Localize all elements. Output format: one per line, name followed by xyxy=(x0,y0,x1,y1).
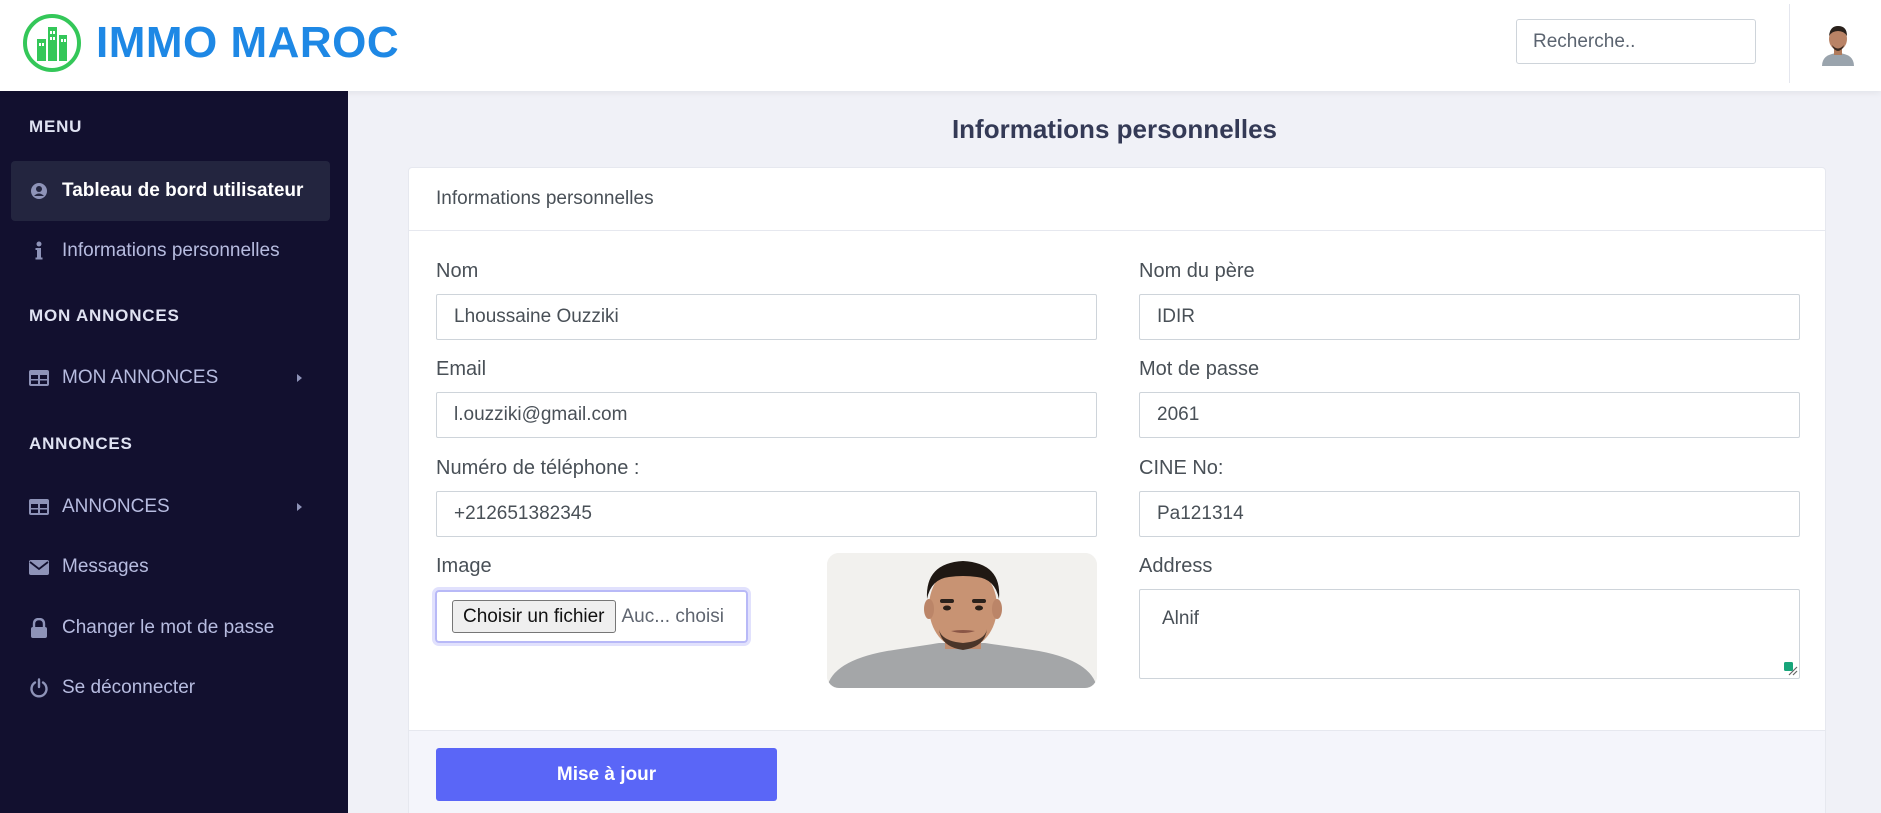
annonces-heading: ANNONCES xyxy=(29,434,133,453)
sidebar-item-label: ANNONCES xyxy=(62,496,170,517)
info-icon xyxy=(19,241,59,261)
address-textarea[interactable]: Alnif xyxy=(1139,589,1800,679)
chevron-right-icon xyxy=(297,374,302,382)
table-icon xyxy=(19,370,59,386)
email-input[interactable] xyxy=(436,392,1097,438)
sidebar-item-label: MON ANNONCES xyxy=(62,367,219,388)
menu-heading: MENU xyxy=(29,117,83,136)
nom-pere-label: Nom du père xyxy=(1139,260,1255,282)
envelope-icon xyxy=(19,559,59,575)
nom-pere-input[interactable] xyxy=(1139,294,1800,340)
cine-label: CINE No: xyxy=(1139,457,1224,479)
top-bar: IMMO MAROC xyxy=(0,0,1881,91)
brand[interactable]: IMMO MAROC xyxy=(22,13,399,73)
sidebar-item-label: Informations personnelles xyxy=(62,240,280,261)
search-input[interactable] xyxy=(1516,19,1756,64)
header-divider xyxy=(1789,4,1790,83)
brand-name: IMMO MAROC xyxy=(96,18,400,67)
address-label: Address xyxy=(1139,555,1213,577)
lock-icon xyxy=(19,618,59,638)
sidebar-item-messages[interactable]: Messages xyxy=(11,537,330,597)
image-label: Image xyxy=(436,555,492,577)
card-header: Informations personnelles xyxy=(409,168,1825,231)
sidebar-item-mon-annonces[interactable]: MON ANNONCES xyxy=(11,348,330,408)
nom-input[interactable] xyxy=(436,294,1097,340)
building-logo-icon xyxy=(23,14,81,72)
sidebar-item-logout[interactable]: Se déconnecter xyxy=(11,658,330,718)
personal-info-card: Informations personnelles Nom Email Numé… xyxy=(408,167,1826,813)
page-title: Informations personnelles xyxy=(951,114,1278,144)
cine-input[interactable] xyxy=(1139,491,1800,537)
update-button[interactable]: Mise à jour xyxy=(436,748,777,801)
file-status-text: Auc... choisi xyxy=(621,605,724,627)
chevron-right-icon xyxy=(297,503,302,511)
image-file-input[interactable]: Choisir un fichier Auc... choisi xyxy=(435,590,748,643)
mon-annonces-heading: MON ANNONCES xyxy=(29,306,180,325)
sidebar-item-change-password[interactable]: Changer le mot de passe xyxy=(11,598,330,658)
table-icon xyxy=(19,499,59,515)
telephone-input[interactable] xyxy=(436,491,1097,537)
sidebar-item-label: Tableau de bord utilisateur xyxy=(62,180,304,201)
nom-label: Nom xyxy=(436,260,479,282)
sidebar: MENU Tableau de bord utilisateur Informa… xyxy=(0,91,348,813)
sidebar-item-annonces[interactable]: ANNONCES xyxy=(11,477,330,537)
mot-de-passe-input[interactable] xyxy=(1139,392,1800,438)
sidebar-item-personal-info[interactable]: Informations personnelles xyxy=(11,221,330,281)
sidebar-item-label: Changer le mot de passe xyxy=(62,617,275,638)
choose-file-button[interactable]: Choisir un fichier xyxy=(452,600,616,633)
power-icon xyxy=(19,678,59,698)
user-circle-icon xyxy=(19,182,59,200)
profile-photo xyxy=(827,553,1097,688)
mot-de-passe-label: Mot de passe xyxy=(1139,358,1260,380)
card-footer: Mise à jour xyxy=(409,730,1825,813)
email-label: Email xyxy=(436,358,487,380)
resize-grip-icon[interactable] xyxy=(1784,662,1798,676)
telephone-label: Numéro de téléphone : xyxy=(436,457,640,479)
user-avatar-icon[interactable] xyxy=(1818,21,1858,66)
sidebar-item-dashboard[interactable]: Tableau de bord utilisateur xyxy=(11,161,330,221)
sidebar-item-label: Messages xyxy=(62,556,149,577)
sidebar-item-label: Se déconnecter xyxy=(62,677,196,698)
